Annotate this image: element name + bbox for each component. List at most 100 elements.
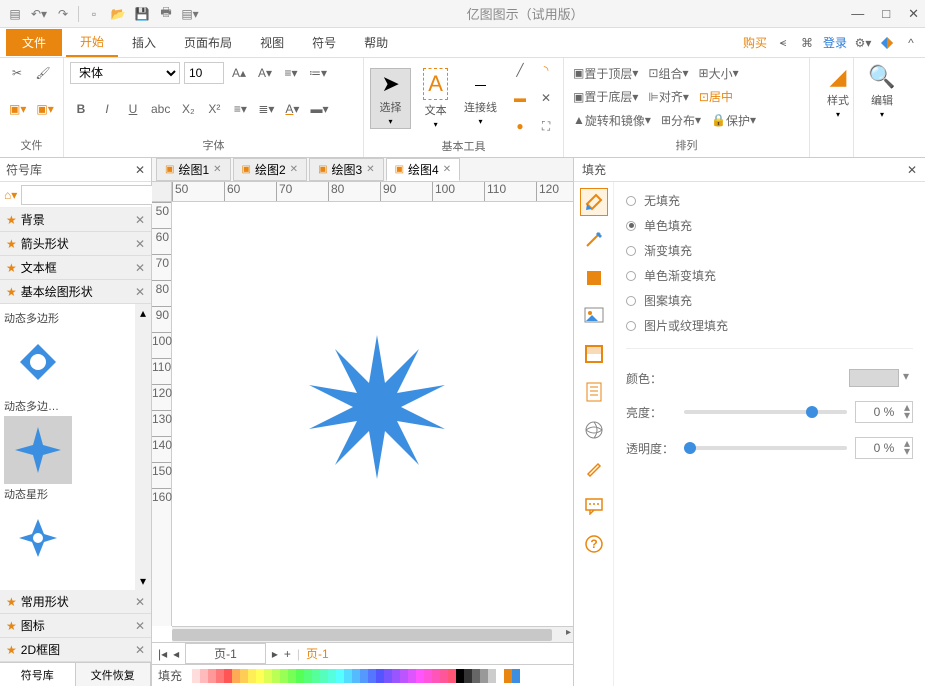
undo-icon[interactable]: ↶▾ (30, 5, 48, 23)
minimize-button[interactable]: — (851, 6, 864, 22)
doc-tab-3[interactable]: ▣绘图3✕ (309, 158, 384, 181)
category-common[interactable]: ★常用形状✕ (0, 590, 151, 614)
bring-front-button[interactable]: ▣ 置于顶层▾ (570, 62, 641, 84)
align-button[interactable]: ⊫ 对齐▾ (645, 86, 692, 108)
add-page-icon[interactable]: + (284, 647, 291, 661)
settings-icon[interactable]: ⚙▾ (855, 35, 871, 51)
fill-option-none[interactable]: 无填充 (626, 192, 913, 209)
color-bar[interactable] (192, 669, 520, 683)
format-painter-icon[interactable]: 🖌 (32, 62, 54, 84)
select-tool-button[interactable]: ➤选择▾ (370, 68, 411, 129)
picture-tab-icon[interactable] (580, 302, 608, 330)
home-icon[interactable]: ⌂▾ (4, 188, 17, 202)
close-icon[interactable]: ✕ (135, 285, 145, 299)
fill-option-solid[interactable]: 单色填充 (626, 217, 913, 234)
align-v-icon[interactable]: ≣▾ (255, 98, 277, 120)
menu-symbol[interactable]: 符号 (298, 29, 350, 56)
maximize-button[interactable]: □ (882, 6, 890, 22)
size-button[interactable]: ⊞ 大小▾ (696, 62, 742, 84)
close-icon[interactable]: ✕ (290, 164, 298, 175)
rect-icon[interactable]: ▬ (509, 87, 531, 109)
color-swatch[interactable] (849, 369, 899, 387)
font-color-icon[interactable]: A▾ (281, 98, 303, 120)
close-button[interactable]: ✕ (908, 6, 919, 22)
font-name-select[interactable]: 宋体 (70, 62, 180, 84)
fill-option-texture[interactable]: 图片或纹理填充 (626, 317, 913, 334)
line-tab-icon[interactable] (580, 226, 608, 254)
doc-tab-4[interactable]: ▣绘图4✕ (386, 158, 461, 181)
tab-symbol-library[interactable]: 符号库 (0, 663, 76, 686)
category-icons[interactable]: ★图标✕ (0, 614, 151, 638)
paste-icon[interactable]: ▣▾ (33, 98, 56, 120)
fill-option-gradient[interactable]: 渐变填充 (626, 242, 913, 259)
close-icon[interactable]: ✕ (907, 163, 917, 177)
save-icon[interactable]: 💾 (133, 5, 151, 23)
comment-tab-icon[interactable] (580, 492, 608, 520)
cross-icon[interactable]: ✕ (535, 87, 557, 109)
cut-icon[interactable]: ✂ (6, 62, 28, 84)
prev-page-icon[interactable]: ◂ (173, 647, 179, 661)
tab-file-recovery[interactable]: 文件恢复 (76, 663, 152, 686)
italic-icon[interactable]: I (96, 98, 118, 120)
globe-tab-icon[interactable] (580, 416, 608, 444)
page-label[interactable]: 页-1 (185, 643, 266, 664)
page-tab-icon[interactable] (580, 378, 608, 406)
superscript-icon[interactable]: X² (203, 98, 225, 120)
print-icon[interactable]: 🖶 (157, 5, 175, 23)
theme-tab-icon[interactable] (580, 340, 608, 368)
share-icon[interactable]: ⪪ (775, 35, 791, 51)
menu-pagelayout[interactable]: 页面布局 (170, 29, 246, 56)
pencil-tab-icon[interactable] (580, 454, 608, 482)
highlight-icon[interactable]: ▬▾ (307, 98, 331, 120)
export-icon[interactable]: ▤▾ (181, 5, 199, 23)
center-button[interactable]: ⊡ 居中 (696, 86, 736, 108)
menu-help[interactable]: 帮助 (350, 29, 402, 56)
decrease-font-icon[interactable]: A▾ (254, 62, 276, 84)
shape-thumb-diamond[interactable] (4, 328, 72, 396)
font-size-input[interactable] (184, 62, 224, 84)
strike-icon[interactable]: abc (148, 98, 173, 120)
close-icon[interactable]: ✕ (135, 163, 145, 177)
close-icon[interactable]: ✕ (213, 164, 221, 175)
fill-option-pattern[interactable]: 图案填充 (626, 292, 913, 309)
opacity-spinbox[interactable]: 0 %▴▾ (855, 437, 913, 459)
subscript-icon[interactable]: X₂ (177, 98, 199, 120)
bullets-icon[interactable]: ≔▾ (306, 62, 330, 84)
help-tab-icon[interactable]: ? (580, 530, 608, 558)
doc-tab-2[interactable]: ▣绘图2✕ (233, 158, 308, 181)
send-back-button[interactable]: ▣ 置于底层▾ (570, 86, 641, 108)
category-arrows[interactable]: ★箭头形状✕ (0, 232, 151, 256)
text-tool-button[interactable]: A文本▾ (415, 66, 456, 131)
category-textbox[interactable]: ★文本框✕ (0, 256, 151, 280)
arc-icon[interactable]: ◝ (535, 59, 557, 81)
align-h-icon[interactable]: ≡▾ (229, 98, 251, 120)
fill-tab-icon[interactable] (580, 188, 608, 216)
doc-tab-1[interactable]: ▣绘图1✕ (156, 158, 231, 181)
edit-button[interactable]: 🔍编辑▾ (860, 62, 904, 121)
close-icon[interactable]: ✕ (135, 595, 145, 609)
redo-icon[interactable]: ↷ (54, 5, 72, 23)
star-shape[interactable] (302, 332, 452, 482)
underline-icon[interactable]: U (122, 98, 144, 120)
first-page-icon[interactable]: |◂ (158, 647, 167, 661)
close-icon[interactable]: ✕ (135, 619, 145, 633)
cloud-icon[interactable]: ⌘ (799, 35, 815, 51)
shapes-scrollbar[interactable]: ▴▾ (135, 304, 151, 590)
new-icon[interactable]: ▫ (85, 5, 103, 23)
close-icon[interactable]: ✕ (135, 643, 145, 657)
color-dropdown-icon[interactable]: ▾ (899, 369, 913, 387)
shape-thumb-star-selected[interactable] (4, 416, 72, 484)
open-icon[interactable]: 📂 (109, 5, 127, 23)
edraw-logo-icon[interactable] (879, 35, 895, 51)
shadow-tab-icon[interactable] (580, 264, 608, 292)
line-spacing-icon[interactable]: ≡▾ (280, 62, 302, 84)
shape-thumb-4star[interactable] (4, 504, 72, 572)
menu-view[interactable]: 视图 (246, 29, 298, 56)
horizontal-scrollbar[interactable]: ▸ (172, 626, 573, 642)
brightness-slider[interactable] (684, 410, 847, 414)
category-background[interactable]: ★背景✕ (0, 208, 151, 232)
brightness-spinbox[interactable]: 0 %▴▾ (855, 401, 913, 423)
collapse-ribbon-icon[interactable]: ^ (903, 35, 919, 51)
file-menu-button[interactable]: 文件 (6, 29, 62, 56)
line-icon[interactable]: ╱ (509, 59, 531, 81)
